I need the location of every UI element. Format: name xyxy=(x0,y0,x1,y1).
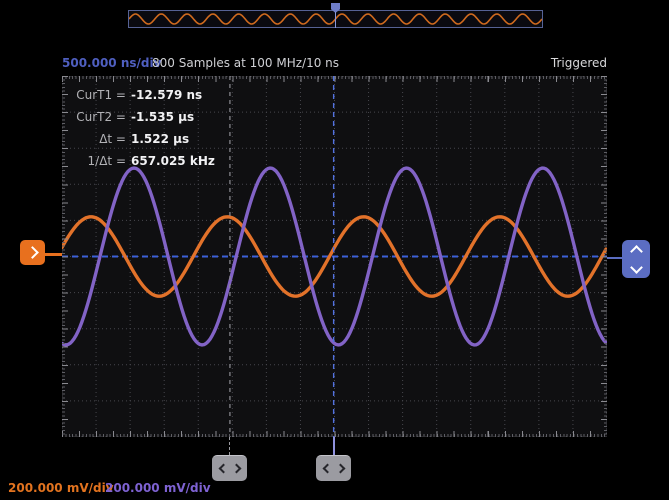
trigger-position-stem xyxy=(335,12,336,28)
invdt-value: 657.025 kHz xyxy=(131,150,215,172)
oscilloscope-app: 500.000 ns/div 800 Samples at 100 MHz/10… xyxy=(0,0,669,500)
cursor-readout-panel: CurT1 = -12.579 ns CurT2 = -1.535 µs Δt … xyxy=(68,84,215,172)
channel1-marker-link xyxy=(45,253,62,256)
curt2-label: CurT2 = xyxy=(68,106,126,128)
curt1-label: CurT1 = xyxy=(68,84,126,106)
chevron-right-icon xyxy=(231,464,241,474)
curt1-value: -12.579 ns xyxy=(131,84,202,106)
readout-row-curt2: CurT2 = -1.535 µs xyxy=(68,106,215,128)
chevron-up-icon xyxy=(630,245,643,258)
samples-info-label: 800 Samples at 100 MHz/10 ns xyxy=(152,56,339,70)
channel1-offset-marker[interactable] xyxy=(20,240,45,265)
channel2-scale-label: 200.000 mV/div xyxy=(105,481,211,495)
chevron-right-icon xyxy=(335,464,345,474)
chevron-left-icon xyxy=(218,464,228,474)
cursor1-stem xyxy=(333,437,335,455)
trigger-status-label: Triggered xyxy=(551,56,607,70)
readout-row-invdt: 1/Δt = 657.025 kHz xyxy=(68,150,215,172)
dt-value: 1.522 µs xyxy=(131,128,189,150)
cursor2-stem xyxy=(229,437,230,455)
scope-plot-area[interactable]: CurT1 = -12.579 ns CurT2 = -1.535 µs Δt … xyxy=(62,76,607,437)
trigger-level-marker[interactable] xyxy=(622,240,650,278)
cursor1-handle[interactable] xyxy=(316,455,351,481)
invdt-label: 1/Δt = xyxy=(68,150,126,172)
cursor2-handle[interactable] xyxy=(212,455,247,481)
timebase-label: 500.000 ns/div xyxy=(62,56,161,70)
readout-row-curt1: CurT1 = -12.579 ns xyxy=(68,84,215,106)
readout-row-dt: Δt = 1.522 µs xyxy=(68,128,215,150)
dt-label: Δt = xyxy=(68,128,126,150)
channel1-scale-label: 200.000 mV/div xyxy=(8,481,114,495)
chevron-down-icon xyxy=(630,261,643,274)
curt2-value: -1.535 µs xyxy=(131,106,194,128)
chevron-left-icon xyxy=(322,464,332,474)
chevron-right-icon xyxy=(26,246,39,259)
trigger-marker-link xyxy=(607,257,622,259)
